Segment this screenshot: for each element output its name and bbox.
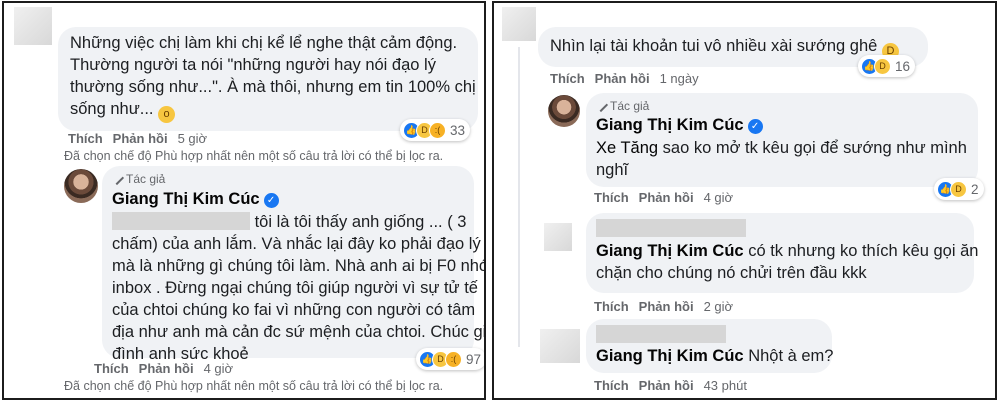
haha-reaction-icon: D <box>874 57 891 75</box>
timestamp[interactable]: 1 ngày <box>660 71 699 86</box>
like-link[interactable]: Thích <box>94 361 129 376</box>
haha-reaction-icon: D <box>950 180 967 198</box>
reaction-count: 16 <box>895 58 911 74</box>
sad-reaction-icon: :( <box>429 121 446 139</box>
like-link[interactable]: Thích <box>594 378 629 393</box>
filter-note: Đã chọn chế độ Phù hợp nhất nên một số c… <box>64 379 444 393</box>
reply-line: inbox . Đừng ngại chúng tôi giúp người v… <box>112 279 478 297</box>
author-avatar[interactable] <box>64 169 98 203</box>
like-link[interactable]: Thích <box>68 131 103 146</box>
author-name[interactable]: Giang Thị Kim Cúc ✓ <box>596 116 763 135</box>
redacted-name <box>596 219 746 237</box>
reaction-summary[interactable]: 👍 D :( 97 <box>416 348 484 370</box>
reply-line: của chtoi chúng ko fai vì những con ngườ… <box>112 301 476 319</box>
surprised-emoji-icon: o <box>158 106 176 123</box>
commenter-avatar[interactable] <box>502 7 536 41</box>
reply-link[interactable]: Phản hồi <box>639 378 694 393</box>
pen-icon <box>593 97 609 113</box>
left-comment-panel: Những việc chị làm khi chị kể lể nghe th… <box>2 1 486 400</box>
mention-link[interactable]: Giang Thị Kim Cúc <box>596 242 744 260</box>
reply-bubble: Giang Thị Kim Cúc có tk nhưng ko thích k… <box>586 213 978 293</box>
reply-actions: Thích Phản hồi 4 giờ <box>94 361 233 376</box>
timestamp[interactable]: 5 giờ <box>178 131 208 146</box>
comment-text: Nhìn lại tài khoản tui vô nhiều xài sướn… <box>550 36 899 60</box>
comment-actions: Thích Phản hồi 1 ngày <box>550 71 699 86</box>
reaction-summary[interactable]: 👍 D 16 <box>858 55 916 77</box>
reply-line: Giang Thị Kim Cúc có tk nhưng ko thích k… <box>596 242 979 260</box>
author-tag: Tác giả <box>109 170 165 186</box>
sad-reaction-icon: :( <box>445 350 462 368</box>
reply-line: Xe Tăng sao ko mở tk kêu gọi để sướng nh… <box>596 139 967 157</box>
reply-line: tôi là tôi thấy anh giống ... ( 3 <box>112 212 466 234</box>
reply-link[interactable]: Phản hồi <box>139 361 194 376</box>
reply-link[interactable]: Phản hồi <box>113 131 168 146</box>
timestamp[interactable]: 4 giờ <box>704 190 734 205</box>
author-name[interactable]: Giang Thị Kim Cúc ✓ <box>112 190 279 209</box>
reaction-summary[interactable]: 👍 D 2 <box>934 178 984 200</box>
mention-link[interactable]: Xe Tăng <box>596 139 658 157</box>
reply-line: Giang Thị Kim Cúc Nhột à em? <box>596 347 834 365</box>
reply-link[interactable]: Phản hồi <box>595 71 650 86</box>
right-comment-panel: Nhìn lại tài khoản tui vô nhiều xài sướn… <box>492 1 997 400</box>
like-link[interactable]: Thích <box>594 299 629 314</box>
reply-bubble: Tác giả Giang Thị Kim Cúc ✓ Xe Tăng sao k… <box>586 93 978 187</box>
comment-line: sống như... o <box>70 99 176 123</box>
like-link[interactable]: Thích <box>594 190 629 205</box>
reply-line: chặn cho chúng nó chửi trên đầu kkk <box>596 264 867 282</box>
commenter-avatar[interactable] <box>14 7 52 45</box>
redacted-mention <box>112 212 250 230</box>
timestamp[interactable]: 2 giờ <box>704 299 734 314</box>
timestamp[interactable]: 43 phút <box>704 378 747 393</box>
reaction-count: 97 <box>466 351 482 367</box>
replier-avatar[interactable] <box>540 329 580 363</box>
reply-line: địa như anh mà cản đc sứ mệnh của chtoi.… <box>112 323 486 341</box>
comment-line: Thường người ta nói "những người hay nói… <box>70 56 436 74</box>
reaction-summary[interactable]: 👍 D :( 33 <box>400 119 471 141</box>
reaction-count: 2 <box>971 181 979 197</box>
like-link[interactable]: Thích <box>550 71 585 86</box>
author-tag: Tác giả <box>593 97 649 113</box>
mention-link[interactable]: Giang Thị Kim Cúc <box>596 347 744 365</box>
thread-line <box>518 47 520 347</box>
timestamp[interactable]: 4 giờ <box>204 361 234 376</box>
reaction-count: 33 <box>450 122 466 138</box>
reply-actions: Thích Phản hồi 2 giờ <box>594 299 733 314</box>
comment-actions: Thích Phản hồi 5 giờ <box>68 131 207 146</box>
author-avatar[interactable] <box>548 95 580 127</box>
reply-line: mà là những gì chúng tôi làm. Nhà anh ai… <box>112 257 486 275</box>
filter-note: Đã chọn chế độ Phù hợp nhất nên một số c… <box>64 149 444 163</box>
reply-actions: Thích Phản hồi 43 phút <box>594 378 747 393</box>
reply-link[interactable]: Phản hồi <box>639 190 694 205</box>
comment-line: thường sống như...". À mà thôi, nhưng em… <box>70 78 476 96</box>
reply-bubble: Giang Thị Kim Cúc Nhột à em? <box>586 319 834 373</box>
reply-line: chấm) của anh lắm. Và nhắc lại đây ko ph… <box>112 235 481 253</box>
reply-actions: Thích Phản hồi 4 giờ <box>594 190 733 205</box>
comment-bubble: Những việc chị làm khi chị kể lể nghe th… <box>58 27 478 131</box>
verified-badge-icon: ✓ <box>747 119 763 134</box>
reply-line: nghĩ <box>596 161 629 179</box>
reply-bubble: Tác giả Giang Thị Kim Cúc ✓ tôi là tôi th… <box>102 166 484 363</box>
verified-badge-icon: ✓ <box>263 193 279 208</box>
pen-icon <box>109 170 125 186</box>
reply-link[interactable]: Phản hồi <box>639 299 694 314</box>
redacted-name <box>596 325 726 343</box>
replier-avatar[interactable] <box>544 223 572 251</box>
comment-line: Những việc chị làm khi chị kể lể nghe th… <box>70 34 458 52</box>
